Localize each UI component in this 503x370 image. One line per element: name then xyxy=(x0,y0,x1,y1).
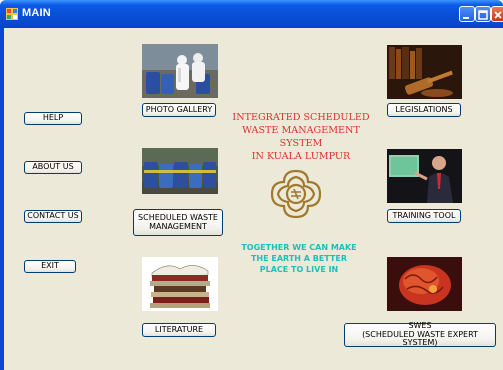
minimize-icon[interactable] xyxy=(459,6,475,22)
exit-button[interactable]: EXIT xyxy=(24,260,76,273)
literature-image[interactable] xyxy=(142,257,218,311)
app-icon xyxy=(6,8,18,20)
photo-gallery-image[interactable] xyxy=(142,44,218,98)
swes-label-line2: (SCHEDULED WASTE EXPERT SYSTEM) xyxy=(362,329,478,348)
slogan-line1: TOGETHER WE CAN MAKE xyxy=(241,243,357,252)
photo-gallery-button[interactable]: PHOTO GALLERY xyxy=(142,103,216,117)
title-bar[interactable]: MAIN xyxy=(0,0,503,28)
exit-button-label: EXIT xyxy=(41,261,59,271)
slogan-text: TOGETHER WE CAN MAKE THE EARTH A BETTER … xyxy=(232,242,366,276)
swes-button[interactable]: SWES (SCHEDULED WASTE EXPERT SYSTEM) xyxy=(344,321,496,348)
literature-label: LITERATURE xyxy=(154,324,204,334)
heading-line2: WASTE MANAGEMENT SYSTEM xyxy=(242,124,360,149)
heading-line1: INTEGRATED SCHEDULED xyxy=(232,112,370,123)
legislations-button[interactable]: LEGISLATIONS xyxy=(387,103,461,117)
scheduled-waste-label-line2: MANAGEMENT xyxy=(149,221,207,231)
maximize-icon[interactable] xyxy=(475,6,491,22)
contact-us-button[interactable]: CONTACT US xyxy=(24,210,82,223)
help-button[interactable]: HELP xyxy=(24,112,82,125)
contact-us-button-label: CONTACT US xyxy=(27,211,79,221)
help-button-label: HELP xyxy=(42,113,64,123)
training-tool-label: TRAINING TOOL xyxy=(392,210,456,220)
slogan-line3: PLACE TO LIVE IN xyxy=(259,265,339,275)
system-heading: INTEGRATED SCHEDULED WASTE MANAGEMENT SY… xyxy=(222,112,380,164)
training-tool-image[interactable] xyxy=(387,149,462,203)
literature-button[interactable]: LITERATURE xyxy=(142,323,216,337)
swes-image[interactable] xyxy=(387,257,462,311)
about-us-button-label: ABOUT US xyxy=(32,162,74,172)
window-title: MAIN xyxy=(22,7,51,19)
training-tool-button[interactable]: TRAINING TOOL xyxy=(387,209,461,223)
about-us-button[interactable]: ABOUT US xyxy=(24,161,82,174)
legislations-label: LEGISLATIONS xyxy=(395,104,453,114)
scheduled-waste-image[interactable] xyxy=(142,148,218,194)
slogan-line2: THE EARTH A BETTER xyxy=(250,254,348,264)
heading-line3: IN KUALA LUMPUR xyxy=(251,150,351,162)
city-emblem-icon xyxy=(270,169,322,219)
close-icon[interactable] xyxy=(491,6,503,22)
photo-gallery-label: PHOTO GALLERY xyxy=(145,104,213,114)
scheduled-waste-management-button[interactable]: SCHEDULED WASTE MANAGEMENT xyxy=(133,209,223,236)
legislations-image[interactable] xyxy=(387,45,462,99)
